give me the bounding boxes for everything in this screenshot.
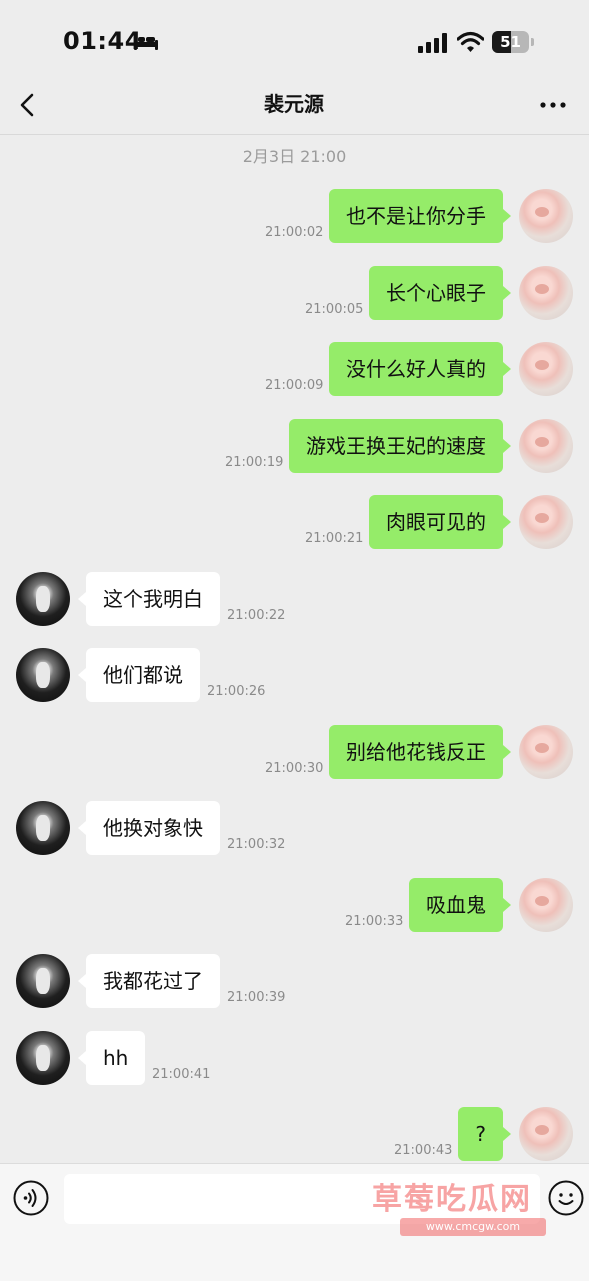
- my-avatar[interactable]: [519, 419, 573, 473]
- my-avatar[interactable]: [519, 495, 573, 549]
- watermark-title: 草莓吃瓜网: [372, 1182, 532, 1217]
- emoji-button[interactable]: [548, 1180, 584, 1216]
- sleep-bed-icon: [134, 34, 158, 50]
- message-timestamp: 21:00:32: [227, 837, 286, 852]
- message-timestamp: 21:00:22: [227, 608, 286, 623]
- more-horizontal-icon: [540, 102, 566, 108]
- message-bubble[interactable]: 别给他花钱反正: [329, 725, 511, 779]
- my-avatar[interactable]: [519, 1107, 573, 1161]
- message-timestamp: 21:00:43: [394, 1143, 453, 1158]
- message-bubble[interactable]: 没什么好人真的: [329, 342, 511, 396]
- outgoing-message: 长个心眼子 21:00:05: [0, 266, 589, 320]
- voice-input-button[interactable]: [13, 1180, 49, 1216]
- cellular-signal-icon: [418, 33, 447, 53]
- back-button[interactable]: [12, 88, 46, 122]
- incoming-message: 这个我明白 21:00:22: [0, 572, 589, 626]
- battery-body: 51: [492, 31, 529, 53]
- wifi-icon: [457, 31, 484, 52]
- message-timestamp: 21:00:05: [305, 302, 364, 317]
- message-bubble[interactable]: 他们都说: [78, 648, 200, 702]
- battery-cap: [531, 38, 534, 46]
- contact-avatar[interactable]: [16, 572, 70, 626]
- my-avatar[interactable]: [519, 878, 573, 932]
- message-bubble[interactable]: ?: [458, 1107, 511, 1161]
- emoji-icon: [548, 1180, 584, 1216]
- message-timestamp: 21:00:33: [345, 914, 404, 929]
- contact-avatar[interactable]: [16, 801, 70, 855]
- outgoing-message: 也不是让你分手 21:00:02: [0, 189, 589, 243]
- my-avatar[interactable]: [519, 342, 573, 396]
- message-bubble[interactable]: 他换对象快: [78, 801, 220, 855]
- my-avatar[interactable]: [519, 725, 573, 779]
- battery-icon: 51: [492, 31, 536, 53]
- date-separator: 2月3日 21:00: [242, 147, 347, 166]
- outgoing-message: ? 21:00:43: [0, 1107, 589, 1161]
- outgoing-message: 没什么好人真的 21:00:09: [0, 342, 589, 396]
- chevron-left-icon: [20, 93, 34, 117]
- more-options-button[interactable]: [534, 90, 574, 120]
- message-bubble[interactable]: 游戏王换王妃的速度: [289, 419, 511, 473]
- input-bar: 草莓吃瓜网 www.cmcgw.com: [0, 1163, 589, 1281]
- message-bubble[interactable]: 也不是让你分手: [329, 189, 511, 243]
- outgoing-message: 游戏王换王妃的速度 21:00:19: [0, 419, 589, 473]
- message-bubble[interactable]: 我都花过了: [78, 954, 220, 1008]
- incoming-message: 他们都说 21:00:26: [0, 648, 589, 702]
- my-avatar[interactable]: [519, 189, 573, 243]
- incoming-message: 我都花过了 21:00:39: [0, 954, 589, 1008]
- outgoing-message: 别给他花钱反正 21:00:30: [0, 725, 589, 779]
- contact-avatar[interactable]: [16, 954, 70, 1008]
- incoming-message: hh 21:00:41: [0, 1031, 589, 1085]
- my-avatar[interactable]: [519, 266, 573, 320]
- message-timestamp: 21:00:26: [207, 684, 266, 699]
- message-bubble[interactable]: 肉眼可见的: [369, 495, 511, 549]
- battery-level: 51: [500, 33, 521, 51]
- contact-avatar[interactable]: [16, 1031, 70, 1085]
- voice-icon: [13, 1180, 49, 1216]
- message-timestamp: 21:00:02: [265, 225, 324, 240]
- message-bubble[interactable]: hh: [77, 1031, 146, 1085]
- message-timestamp: 21:00:41: [152, 1067, 211, 1082]
- message-bubble[interactable]: 长个心眼子: [369, 266, 511, 320]
- incoming-message: 他换对象快 21:00:32: [0, 801, 589, 855]
- message-timestamp: 21:00:19: [225, 455, 284, 470]
- message-timestamp: 21:00:30: [265, 761, 324, 776]
- outgoing-message: 肉眼可见的 21:00:21: [0, 495, 589, 549]
- chat-header: 裴元源: [0, 80, 589, 135]
- message-bubble[interactable]: 这个我明白: [78, 572, 220, 626]
- status-time: 01:44: [63, 27, 142, 55]
- watermark-url: www.cmcgw.com: [400, 1218, 546, 1236]
- status-bar: 01:44 51: [0, 0, 589, 80]
- message-bubble[interactable]: 吸血鬼: [409, 878, 511, 932]
- outgoing-message: 吸血鬼 21:00:33: [0, 878, 589, 932]
- chat-title: 裴元源: [264, 92, 324, 116]
- message-timestamp: 21:00:21: [305, 531, 364, 546]
- contact-avatar[interactable]: [16, 648, 70, 702]
- message-timestamp: 21:00:09: [265, 378, 324, 393]
- message-timestamp: 21:00:39: [227, 990, 286, 1005]
